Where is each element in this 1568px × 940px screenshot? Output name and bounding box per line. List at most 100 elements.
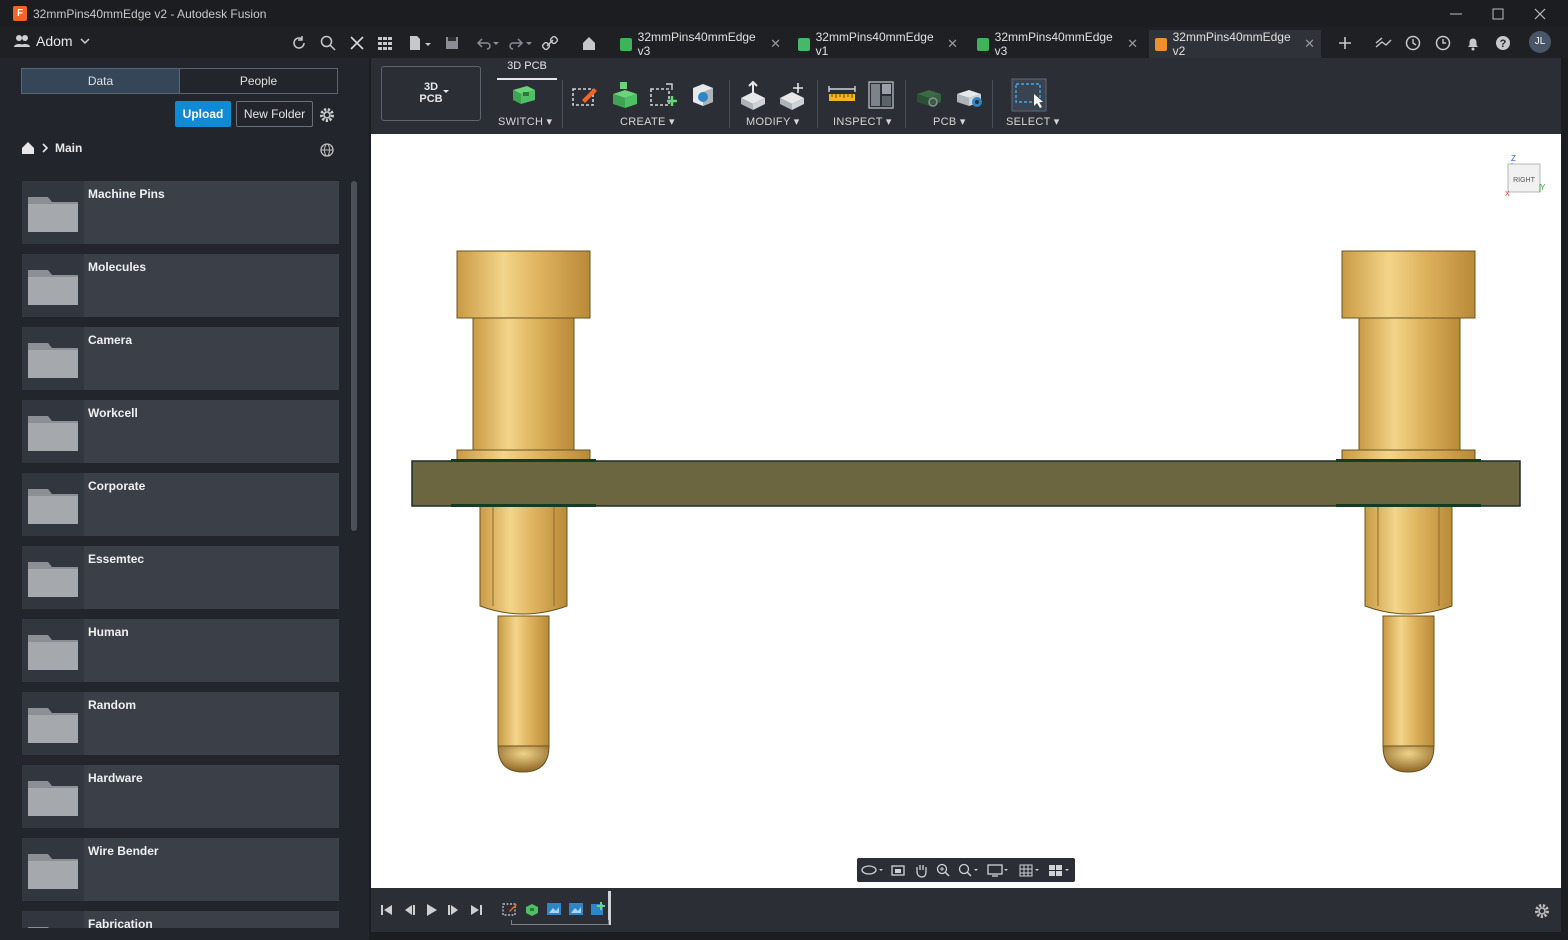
undo-icon[interactable] [474, 34, 500, 52]
folder-item[interactable]: Human [22, 619, 339, 682]
pcb-board[interactable] [411, 459, 1521, 507]
globe-icon[interactable] [318, 141, 336, 159]
folder-item[interactable]: Workcell [22, 400, 339, 463]
close-tab-icon[interactable]: ✕ [770, 36, 781, 52]
folder-item[interactable]: Camera [22, 327, 339, 390]
document-tab-4-active[interactable]: 32mmPins40mmEdge v2 ✕ [1149, 30, 1321, 58]
step-forward-icon[interactable] [447, 903, 461, 917]
folder-name: Fabrication [88, 917, 153, 928]
switch-design-icon[interactable] [507, 80, 539, 110]
folder-list-scrollbar[interactable] [351, 181, 357, 531]
go-to-end-icon[interactable] [469, 903, 483, 917]
play-icon[interactable] [424, 903, 438, 917]
pcb-group-label[interactable]: PCB ▾ [933, 115, 966, 128]
maximize-icon[interactable] [1488, 4, 1508, 24]
folder-item[interactable]: Hardware [22, 765, 339, 828]
folder-item[interactable]: Essemtec [22, 546, 339, 609]
help-icon[interactable]: ? [1494, 34, 1512, 52]
data-panel-tabs: Data People [21, 68, 338, 94]
timeline-derive-feature-icon[interactable] [590, 901, 606, 917]
new-folder-button[interactable]: New Folder [236, 101, 313, 127]
notifications-bell-icon[interactable] [1464, 34, 1482, 52]
view-cube[interactable]: Z RIGHT Y X [1505, 154, 1545, 196]
go-to-start-icon[interactable] [380, 903, 394, 917]
file-menu-icon[interactable] [408, 34, 432, 52]
inspect-group-label[interactable]: INSPECT ▾ [833, 115, 892, 128]
timeline-body-feature-icon[interactable] [568, 901, 584, 917]
document-tab-2[interactable]: 32mmPins40mmEdge v1 ✕ [792, 30, 964, 58]
link-icon[interactable] [541, 34, 559, 52]
pin-tail [1382, 615, 1435, 747]
close-window-icon[interactable] [1530, 4, 1550, 24]
document-tab-3[interactable]: 32mmPins40mmEdge v3 ✕ [971, 30, 1144, 58]
search-icon[interactable] [319, 34, 337, 52]
team-selector[interactable]: Adom [14, 33, 91, 49]
step-back-icon[interactable] [402, 903, 416, 917]
workspace-line1: 3D [423, 81, 439, 93]
folder-item[interactable]: Molecules [22, 254, 339, 317]
new-tab-icon[interactable] [1336, 34, 1354, 52]
folder-list: Machine Pins Molecules Camera Workcell Corpo… [22, 181, 340, 928]
right-machine-pin[interactable] [1341, 250, 1476, 773]
timeline-body-feature-icon[interactable] [546, 901, 562, 917]
upload-button[interactable]: Upload [175, 101, 231, 127]
modify-push-pull-icon[interactable] [737, 80, 769, 110]
pcb-settings-icon[interactable] [953, 80, 985, 110]
3d-model-render[interactable] [371, 134, 1561, 888]
document-tab-1[interactable]: 32mmPins40mmEdge v3 ✕ [614, 30, 787, 58]
close-panel-icon[interactable] [348, 34, 366, 52]
fit-zoom-icon[interactable] [957, 862, 981, 878]
job-status-icon[interactable] [1404, 34, 1422, 52]
folder-item[interactable]: Wire Bender [22, 838, 339, 901]
modify-move-icon[interactable] [776, 80, 808, 110]
grid-settings-icon[interactable] [1018, 862, 1042, 878]
timeline-sketch-feature-icon[interactable] [502, 901, 518, 917]
clock-icon[interactable] [1434, 34, 1452, 52]
folder-item[interactable]: Random [22, 692, 339, 755]
extensions-icon[interactable] [1374, 34, 1392, 52]
canvas-viewport[interactable]: Z RIGHT Y X [371, 134, 1561, 888]
gear-icon[interactable] [318, 106, 336, 124]
pan-hand-icon[interactable] [913, 862, 929, 878]
redo-icon[interactable] [507, 34, 533, 52]
folder-name: Essemtec [88, 552, 145, 566]
create-box-icon[interactable] [687, 80, 719, 110]
close-tab-icon[interactable]: ✕ [1304, 36, 1315, 52]
zoom-icon[interactable] [935, 862, 951, 878]
folder-item[interactable]: Corporate [22, 473, 339, 536]
measure-icon[interactable] [826, 80, 858, 110]
create-sketch-icon[interactable] [570, 80, 602, 110]
pcb-push-icon[interactable] [913, 80, 945, 110]
left-machine-pin[interactable] [456, 250, 591, 773]
tab-people[interactable]: People [179, 69, 337, 93]
viewports-icon[interactable] [1048, 862, 1072, 878]
select-window-icon[interactable] [1011, 78, 1047, 112]
modify-group-label[interactable]: MODIFY ▾ [746, 115, 800, 128]
breadcrumb-current[interactable]: Main [55, 141, 82, 155]
tab-3d-pcb[interactable]: 3D PCB [497, 58, 557, 80]
grid-apps-icon[interactable] [376, 34, 394, 52]
home-icon[interactable] [580, 34, 598, 52]
folder-item[interactable]: Machine Pins [22, 181, 339, 244]
close-tab-icon[interactable]: ✕ [1127, 36, 1138, 52]
tab-data[interactable]: Data [22, 69, 179, 93]
close-tab-icon[interactable]: ✕ [947, 36, 958, 52]
refresh-icon[interactable] [290, 34, 308, 52]
create-sketch-plus-icon[interactable] [648, 80, 680, 110]
create-component-icon[interactable] [609, 80, 641, 110]
display-settings-icon[interactable] [987, 862, 1011, 878]
timeline-settings-gear-icon[interactable] [1533, 902, 1551, 920]
user-avatar[interactable]: JL [1529, 31, 1551, 53]
workspace-switcher[interactable]: 3D PCB [381, 66, 481, 121]
save-icon[interactable] [443, 34, 461, 52]
select-group-label[interactable]: SELECT ▾ [1006, 115, 1060, 128]
create-group-label[interactable]: CREATE ▾ [620, 115, 675, 128]
home-icon[interactable] [21, 141, 35, 155]
orbit-icon[interactable] [860, 862, 884, 878]
section-analysis-icon[interactable] [865, 80, 897, 110]
timeline-component-feature-icon[interactable] [524, 901, 540, 917]
switch-group-label[interactable]: SWITCH ▾ [498, 115, 552, 128]
look-at-icon[interactable] [890, 862, 906, 878]
minimize-icon[interactable] [1446, 4, 1466, 24]
folder-item[interactable]: Fabrication [22, 911, 339, 928]
